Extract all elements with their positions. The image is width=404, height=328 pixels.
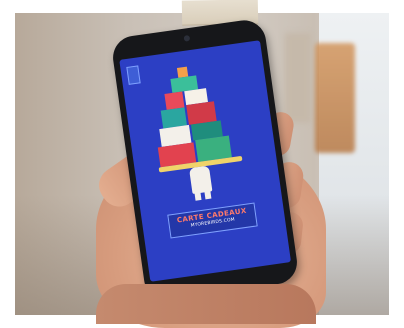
- phone-screen: CARTE CADEAUX MYOREBIRDS.COM: [119, 40, 292, 282]
- background-shelf: [285, 33, 311, 123]
- figure-leg: [194, 191, 202, 201]
- wrist: [96, 284, 316, 324]
- background-furniture: [315, 43, 355, 153]
- gift-card-banner: CARTE CADEAUX MYOREBIRDS.COM: [167, 202, 258, 239]
- app-logo-icon: [126, 65, 141, 85]
- camera-icon: [183, 34, 191, 42]
- figure-leg: [204, 190, 212, 200]
